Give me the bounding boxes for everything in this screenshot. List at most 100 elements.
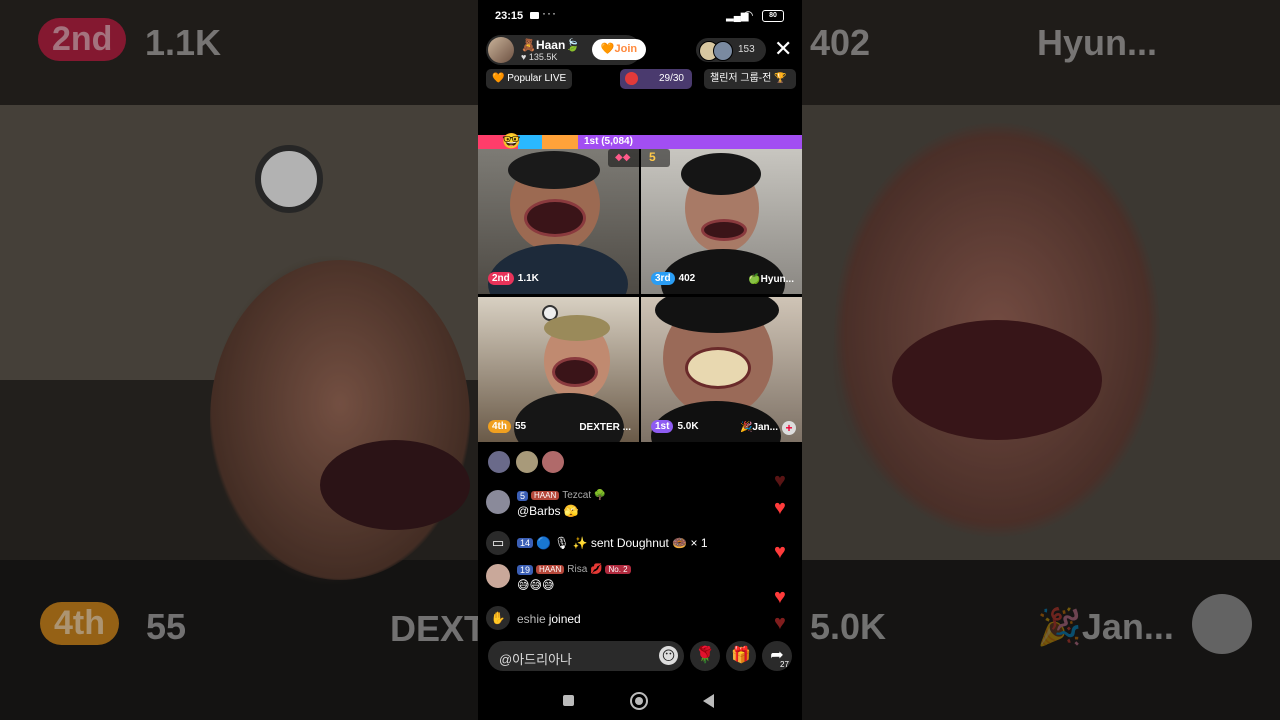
level-badge: 5	[517, 490, 529, 501]
chat-header: 19 HAAN Risa 💋 No. 2	[517, 564, 631, 575]
guest-name: 🍏Hyun...	[748, 274, 794, 285]
chat-text: @Barbs 🫣	[517, 504, 579, 518]
win-streak-count: 5	[649, 150, 656, 164]
quest-progress-chip[interactable]: 29/30	[620, 69, 692, 89]
guest-tile[interactable]: 3rd 402 🍏Hyun...	[641, 149, 802, 294]
guest-tile[interactable]: 1st 5.0K 🎉Jan... +	[641, 297, 802, 442]
guest-body	[514, 393, 624, 442]
host-profile[interactable]: 🧸Haan🍃 ♥ 135.5K 🧡Join	[486, 35, 646, 65]
live-stream-screen: 23:15 ··· ▂▄▆ ◠ 80 🧸Haan🍃 ♥ 135.5K 🧡Join…	[478, 0, 802, 720]
share-count: 27	[780, 660, 789, 669]
battle-leader-label: 1st (5,084)	[584, 136, 633, 147]
chat-username[interactable]: Risa 💋	[567, 564, 602, 575]
rose-gift-button[interactable]: 🌹	[690, 641, 720, 671]
quest-progress: 29/30	[658, 73, 684, 84]
viewer-count: 153	[738, 44, 755, 55]
back-icon[interactable]	[703, 694, 714, 708]
guest-mouth	[552, 357, 598, 387]
comment-input[interactable]: @아드리아나 😶	[488, 641, 684, 671]
chat-username[interactable]: eshie	[517, 612, 546, 626]
rank-badge: 3rd	[651, 272, 675, 285]
guest-score: 55	[515, 421, 527, 432]
chat-username[interactable]: Tezcat 🌳	[562, 490, 606, 501]
chat-badges: 🔵 🎙 ✨	[536, 536, 588, 550]
heart-icon: ♥	[774, 586, 786, 608]
chat-header: 14 🔵 🎙 ✨ sent Doughnut 🍩 × 1	[517, 536, 708, 550]
chat-message: 19 HAAN Risa 💋 No. 2 😅😅😅	[486, 564, 776, 598]
guest-score: 1.1K	[517, 273, 539, 284]
guest-name: 🎉Jan...	[739, 422, 778, 433]
bomb-icon	[625, 72, 638, 85]
home-icon[interactable]	[630, 692, 648, 710]
guest-rank-tag: 1st 5.0K	[651, 420, 699, 433]
fan-club-badge: HAAN	[536, 565, 565, 574]
host-name: 🧸Haan🍃	[521, 38, 581, 52]
guest-score: 402	[678, 273, 696, 284]
top-gifter-avatar[interactable]	[487, 450, 511, 474]
emoji-icon[interactable]: 😶	[659, 646, 678, 665]
guest-tile[interactable]: 2nd 1.1K	[478, 149, 639, 294]
popular-live-chip[interactable]: 🧡 Popular LIVE	[486, 69, 573, 89]
chat-text: 😅😅😅	[517, 578, 555, 592]
level-badge: 19	[517, 564, 534, 575]
chat-message: 5 HAAN Tezcat 🌳 @Barbs 🫣	[486, 490, 776, 524]
chat-avatar[interactable]	[486, 564, 510, 588]
close-icon[interactable]: ✕	[774, 38, 792, 60]
guest-grid: 2nd 1.1K 3rd 402 🍏Hyun... 4th 55 DEXTER …	[478, 149, 802, 442]
android-nav-bar	[478, 680, 802, 720]
battle-emoji-icon: 🤓	[502, 133, 521, 150]
comment-placeholder: @아드리아나	[499, 652, 572, 667]
challenger-chip[interactable]: 챌린저 그룹-전 🏆	[704, 69, 796, 89]
heart-icon: ♥	[774, 612, 786, 634]
guest-mouth	[685, 347, 751, 389]
battle-segment-4th	[542, 135, 578, 149]
guest-mouth	[524, 199, 586, 237]
heart-icon: ♥	[774, 541, 786, 563]
guest-rank-tag: 3rd 402	[651, 272, 695, 285]
guest-rank-tag: 2nd 1.1K	[488, 272, 539, 285]
guest-score: 5.0K	[677, 421, 699, 432]
guest-hair	[544, 315, 610, 341]
guest-body	[488, 244, 628, 294]
host-avatar[interactable]	[488, 37, 514, 63]
viewer-list[interactable]: 153	[696, 38, 766, 62]
wifi-icon: ◠	[743, 8, 754, 22]
background-left: 2nd 1.1K 4th 55 DEXT	[0, 0, 478, 720]
chat-text: joined	[548, 612, 581, 626]
status-time: 23:15	[495, 10, 524, 22]
gift-button[interactable]: 🎁	[726, 641, 756, 671]
rank-badge: 2nd	[488, 272, 514, 285]
add-guest-icon[interactable]: +	[782, 421, 796, 435]
recent-apps-icon[interactable]	[563, 695, 574, 706]
guest-tile[interactable]: 4th 55 DEXTER ...	[478, 297, 639, 442]
more-dots-icon: ···	[542, 6, 557, 20]
battle-progress-bar: 🤓 1st (5,084)	[478, 133, 802, 150]
chat-header: eshie joined	[517, 612, 581, 626]
viewer-avatar[interactable]	[713, 41, 733, 61]
win-streak-badge: ◆◆ 5	[608, 149, 670, 167]
guest-rank-tag: 4th 55	[488, 420, 526, 433]
wave-hand-icon: ✋	[486, 606, 510, 630]
level-badge: 14	[517, 538, 534, 548]
battery-icon: 80	[762, 10, 784, 22]
chat-header: 5 HAAN Tezcat 🌳	[517, 490, 606, 501]
camera-icon	[530, 12, 539, 19]
heart-icon: ♥	[774, 470, 786, 492]
chat-message: ▭ 14 🔵 🎙 ✨ sent Doughnut 🍩 × 1	[486, 531, 776, 555]
top-gifter-avatar[interactable]	[515, 450, 539, 474]
gift-box-icon: ▭	[486, 531, 510, 555]
status-bar: 23:15 ··· ▂▄▆ ◠ 80	[478, 0, 802, 32]
rank-badge: No. 2	[605, 565, 631, 574]
heart-icon: ♥	[774, 497, 786, 519]
chat-message: ✋ eshie joined	[486, 606, 776, 630]
guest-mouth	[701, 219, 747, 241]
chat-avatar[interactable]	[486, 490, 510, 514]
rank-badge: 1st	[651, 420, 674, 433]
guest-hair	[681, 153, 761, 195]
background-right: 402 Hyun... 5.0K 🎉Jan...	[802, 0, 1280, 720]
top-gifter-avatar[interactable]	[541, 450, 565, 474]
gem-icon: ◆◆	[615, 152, 631, 163]
battle-segment-3rd	[518, 135, 542, 149]
host-likes: ♥ 135.5K	[521, 52, 558, 62]
join-button[interactable]: 🧡Join	[592, 39, 646, 60]
